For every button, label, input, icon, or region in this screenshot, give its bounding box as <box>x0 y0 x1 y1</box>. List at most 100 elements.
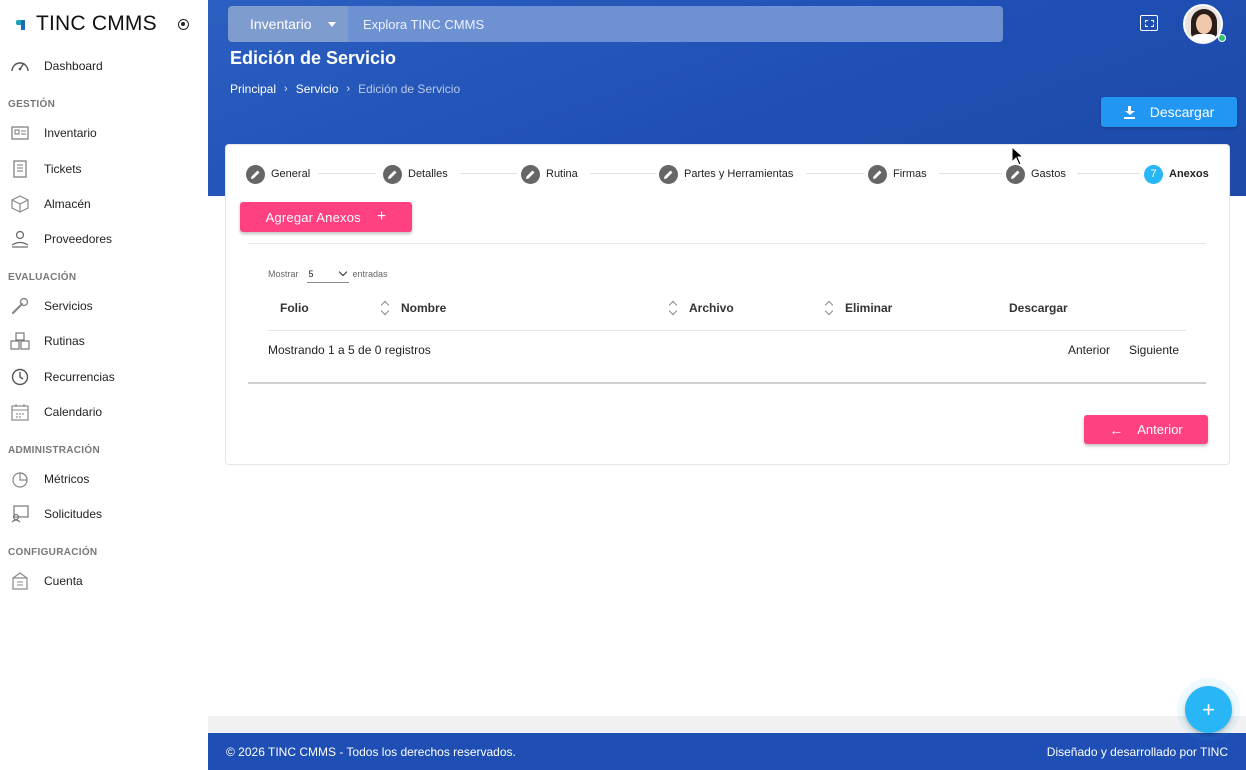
brand-title: TINC CMMS <box>36 12 157 35</box>
chevron-right-icon: › <box>284 83 288 95</box>
pagination-previous[interactable]: Anterior <box>1068 343 1110 357</box>
step-gastos[interactable]: Gastos <box>1006 164 1066 184</box>
avatar[interactable] <box>1183 4 1223 44</box>
pencil-icon <box>246 164 265 184</box>
search-category-select[interactable]: Inventario <box>228 6 348 42</box>
page-size-select[interactable]: 5 <box>306 265 349 283</box>
column-eliminar: Eliminar <box>845 295 892 321</box>
supplier-icon <box>10 229 30 249</box>
divider <box>248 243 1206 244</box>
step-connector <box>939 173 1002 174</box>
sidebar-item-dashboard[interactable]: Dashboard <box>0 51 208 81</box>
account-icon <box>10 571 30 591</box>
sidebar-item-recurrencias[interactable]: Recurrencias <box>0 362 208 392</box>
step-label: Partes y Herramientas <box>684 168 794 180</box>
floating-add-button[interactable]: + <box>1185 686 1232 733</box>
section-gestion: GESTIÓN <box>8 99 56 110</box>
step-label: Firmas <box>893 168 927 180</box>
pencil-icon <box>521 164 540 184</box>
sidebar-item-label: Servicios <box>44 299 93 313</box>
sidebar-item-metricos[interactable]: Métricos <box>0 464 208 494</box>
step-detalles[interactable]: Detalles <box>383 164 448 184</box>
sort-icon[interactable] <box>825 301 833 315</box>
step-firmas[interactable]: Firmas <box>868 164 927 184</box>
step-label: Rutina <box>546 168 578 180</box>
pencil-icon <box>868 164 887 184</box>
footer-credits: Diseñado y desarrollado por TINC <box>1046 744 1228 759</box>
step-general[interactable]: General <box>246 164 310 184</box>
column-label: Eliminar <box>845 301 893 315</box>
step-connector <box>460 173 517 174</box>
footer: © 2026 TINC CMMS - Todos los derechos re… <box>208 733 1246 770</box>
pagination-next[interactable]: Siguiente <box>1129 343 1179 357</box>
sidebar-item-rutinas[interactable]: Rutinas <box>0 326 208 356</box>
table-header: Folio Nombre Archivo Eliminar Descargar <box>268 295 1186 331</box>
service-card: General Detalles Rutina Partes y Herrami… <box>226 145 1229 464</box>
stepper: General Detalles Rutina Partes y Herrami… <box>246 164 1210 184</box>
requests-icon <box>10 504 30 524</box>
search-category-label: Inventario <box>250 16 312 32</box>
sidebar-item-almacen[interactable]: Almacén <box>0 189 208 219</box>
sidebar-item-label: Tickets <box>44 162 82 176</box>
sidebar-item-label: Dashboard <box>44 59 103 73</box>
sidebar-item-label: Proveedores <box>44 232 113 246</box>
column-descargar: Descargar <box>1009 295 1068 321</box>
section-configuracion: CONFIGURACIÓN <box>8 547 98 558</box>
breadcrumb-principal[interactable]: Principal <box>230 82 276 96</box>
avatar-shirt <box>1189 34 1219 42</box>
sidebar-item-cuenta[interactable]: Cuenta <box>0 566 208 596</box>
metrics-icon <box>10 469 30 489</box>
column-folio[interactable]: Folio <box>280 295 309 321</box>
step-label: Anexos <box>1169 168 1209 180</box>
entries-label: entradas <box>352 269 388 279</box>
ticket-icon <box>10 159 30 179</box>
step-number: 7 <box>1144 164 1163 184</box>
table-info: Mostrando 1 a 5 de 0 registros <box>268 343 431 357</box>
add-annex-button[interactable]: Agregar Anexos + <box>240 202 412 232</box>
previous-step-button[interactable]: ← Anterior <box>1084 415 1208 444</box>
calendar-icon <box>10 402 30 422</box>
sidebar-item-inventario[interactable]: Inventario <box>0 118 208 148</box>
online-status-icon <box>1218 34 1226 42</box>
sidebar-toggle-icon[interactable] <box>178 19 189 30</box>
sidebar-item-label: Rutinas <box>44 334 85 348</box>
sidebar-item-label: Inventario <box>44 126 97 140</box>
breadcrumb-servicio[interactable]: Servicio <box>296 82 339 96</box>
sidebar-item-proveedores[interactable]: Proveedores <box>0 224 208 254</box>
sidebar-item-tickets[interactable]: Tickets <box>0 154 208 184</box>
footer-copyright: © 2026 TINC CMMS - Todos los derechos re… <box>226 744 516 759</box>
sidebar-item-calendario[interactable]: Calendario <box>0 397 208 427</box>
search-bar: Inventario <box>228 6 1003 42</box>
sidebar-item-solicitudes[interactable]: Solicitudes <box>0 499 208 529</box>
plus-icon: + <box>376 208 387 225</box>
step-label: Detalles <box>408 168 448 180</box>
breadcrumb: Principal › Servicio › Edición de Servic… <box>230 82 460 96</box>
sort-icon[interactable] <box>669 301 677 315</box>
step-rutina[interactable]: Rutina <box>521 164 578 184</box>
speedometer-icon <box>10 56 30 76</box>
column-label: Archivo <box>689 301 734 315</box>
column-nombre[interactable]: Nombre <box>401 295 446 321</box>
step-connector <box>1077 173 1140 174</box>
sort-icon[interactable] <box>381 301 389 315</box>
download-button[interactable]: Descargar <box>1101 97 1237 127</box>
step-connector <box>806 173 864 174</box>
previous-step-label: Anterior <box>1137 422 1183 437</box>
wrench-icon <box>10 296 30 316</box>
pencil-icon <box>659 164 678 184</box>
page-size-value: 5 <box>308 268 314 279</box>
sidebar-item-label: Solicitudes <box>44 507 103 521</box>
inventory-icon <box>10 123 30 143</box>
sidebar-item-label: Almacén <box>44 197 91 211</box>
step-partes-herramientas[interactable]: Partes y Herramientas <box>659 164 793 184</box>
column-archivo[interactable]: Archivo <box>689 295 734 321</box>
chevron-right-icon: › <box>346 83 351 95</box>
search-input[interactable] <box>348 6 1003 42</box>
section-evaluacion: EVALUACIÓN <box>8 272 77 283</box>
divider <box>248 382 1206 384</box>
sidebar-item-servicios[interactable]: Servicios <box>0 291 208 321</box>
fullscreen-icon[interactable] <box>1140 15 1158 31</box>
step-anexos[interactable]: 7 Anexos <box>1144 164 1209 184</box>
brand[interactable]: TINC CMMS <box>0 0 208 48</box>
step-label: General <box>271 168 311 180</box>
